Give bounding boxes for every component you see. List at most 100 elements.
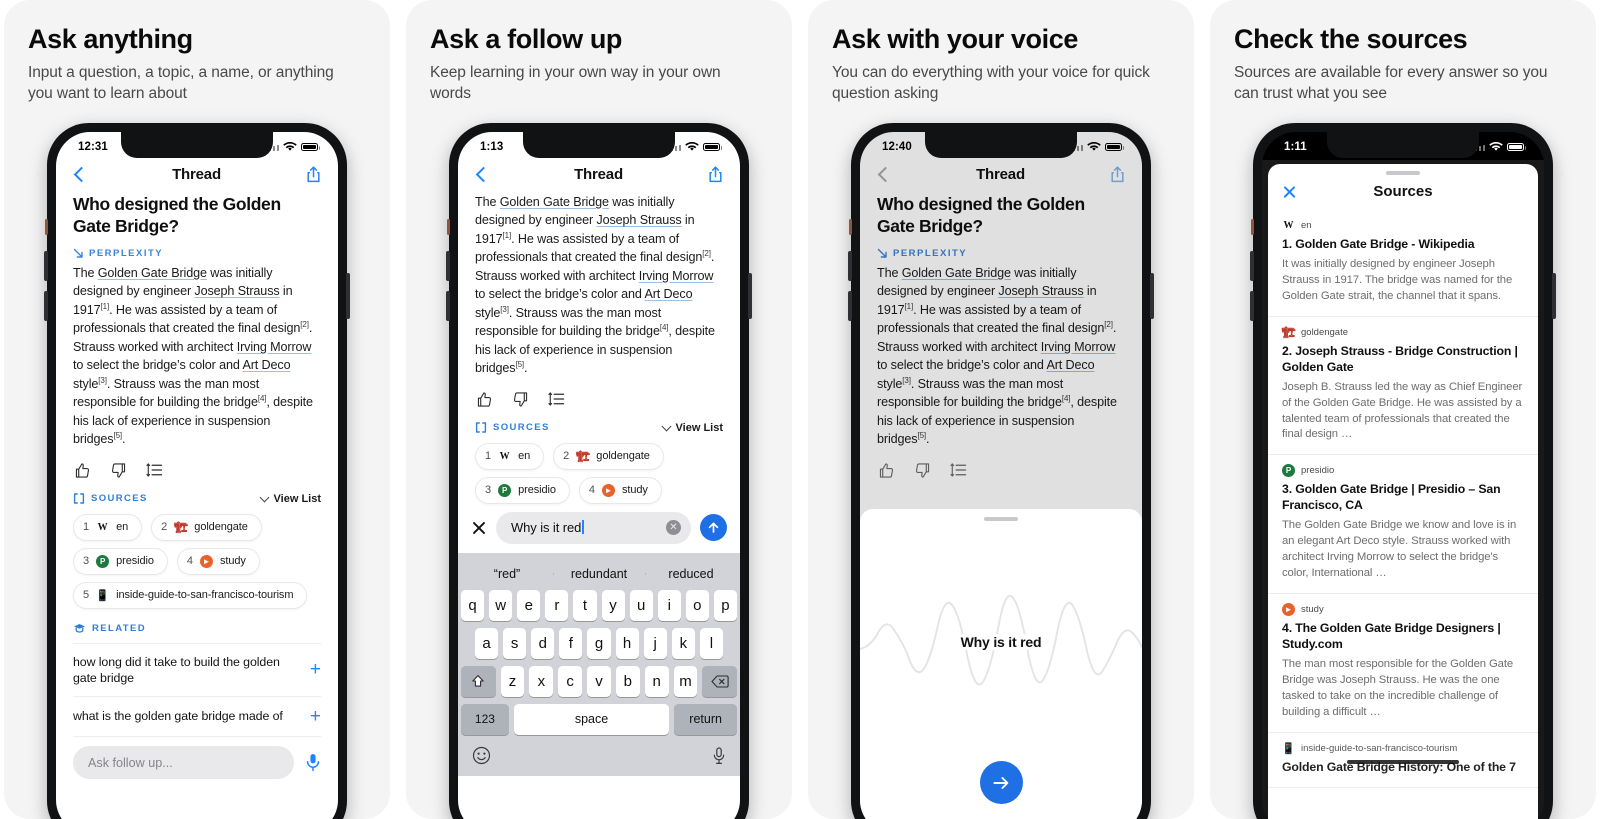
thumbs-down-icon[interactable] [110,462,127,479]
key-v[interactable]: v [587,665,611,697]
key-k[interactable]: k [671,627,695,659]
back-icon[interactable] [475,166,492,183]
key-l[interactable]: l [699,627,723,659]
dictation-microphone-icon[interactable] [712,747,726,765]
key-f[interactable]: f [559,627,583,659]
sheet-grabber[interactable] [984,517,1018,521]
related-item[interactable]: how long did it take to build the golden… [73,642,321,698]
citation-1[interactable]: [1] [101,302,110,311]
source-title: 1. Golden Gate Bridge - Wikipedia [1282,237,1475,251]
prediction-option[interactable]: redundant [553,567,645,581]
status-time: 12:31 [78,141,108,153]
sort-list-icon[interactable] [146,462,163,478]
thumbs-up-icon[interactable] [476,391,493,408]
source-list-item[interactable]: ► study 4. The Golden Gate Bridge Design… [1268,594,1538,733]
goldengate-favicon: 🏗 [173,521,188,534]
citation-1[interactable]: [1] [503,231,512,240]
key-s[interactable]: s [503,627,527,659]
key-n[interactable]: n [644,665,669,697]
thumbs-up-icon[interactable] [74,462,91,479]
answer-link-golden-gate-bridge[interactable]: Golden Gate Bridge [98,266,207,280]
key-q[interactable]: q [461,589,485,621]
key-c[interactable]: c [558,665,583,697]
answer-link-joseph-strauss[interactable]: Joseph Strauss [194,284,279,298]
key-e[interactable]: e [517,589,541,621]
source-name: en [518,450,531,463]
key-h[interactable]: h [615,627,639,659]
close-icon[interactable] [1282,184,1297,199]
thread-content: The Golden Gate Bridge was initially des… [458,193,740,504]
source-list-item[interactable]: 🏗 goldengate 2. Joseph Strauss - Bridge … [1268,317,1538,456]
key-y[interactable]: y [601,589,625,621]
feedback-row [74,462,321,479]
citation-5[interactable]: [5] [515,360,524,369]
key-g[interactable]: g [587,627,611,659]
feature-card-check-the-sources: Check the sources Sources are available … [1210,0,1596,819]
thumbs-down-icon[interactable] [512,391,529,408]
numbers-key[interactable]: 123 [461,703,509,735]
prediction-option[interactable]: “red” [461,567,553,581]
key-w[interactable]: w [489,589,513,621]
source-list-item[interactable]: P presidio 3. Golden Gate Bridge | Presi… [1268,455,1538,595]
citation-2[interactable]: [2] [702,249,711,258]
follow-up-text-field[interactable]: Why is it red ✕ [496,511,691,544]
share-icon[interactable] [708,166,723,183]
source-pill[interactable]: 4 ► study [176,547,260,575]
answer-link-joseph-strauss[interactable]: Joseph Strauss [596,213,681,227]
citation-5[interactable]: [5] [113,431,122,440]
source-pill[interactable]: 2 🏗 goldengate [151,513,262,541]
citation-3[interactable]: [3] [500,305,509,314]
key-t[interactable]: t [573,589,597,621]
space-key[interactable]: space [513,703,670,735]
answer-link-art-deco[interactable]: Art Deco [242,358,290,372]
answer-link-irving-morrow[interactable]: Irving Morrow [639,269,714,283]
key-u[interactable]: u [629,589,653,621]
citation-2[interactable]: [2] [300,320,309,329]
source-pill[interactable]: 1 W en [73,513,143,541]
source-description: The man most responsible for the Golden … [1282,658,1514,718]
backspace-key[interactable] [702,665,738,697]
add-icon[interactable]: + [310,660,321,679]
answer-link-golden-gate-bridge[interactable]: Golden Gate Bridge [500,195,609,209]
key-b[interactable]: b [615,665,640,697]
key-p[interactable]: p [713,589,737,621]
source-pill[interactable]: 3 P presidio [475,476,570,504]
source-pill[interactable]: 3 P presidio [73,547,168,575]
source-name: presidio [518,484,556,497]
source-pill[interactable]: 4 ► study [578,476,662,504]
close-icon[interactable] [471,520,487,536]
key-i[interactable]: i [657,589,681,621]
send-button[interactable] [700,514,727,542]
sort-list-icon[interactable] [548,391,565,407]
prediction-option[interactable]: reduced [645,567,737,581]
source-pill[interactable]: 1 W en [475,442,545,470]
key-x[interactable]: x [529,665,554,697]
key-z[interactable]: z [500,665,525,697]
key-m[interactable]: m [673,665,698,697]
clear-text-icon[interactable]: ✕ [666,520,681,536]
key-r[interactable]: r [545,589,569,621]
share-icon[interactable] [306,166,321,183]
source-pill[interactable]: 2 🏗 goldengate [553,442,664,470]
back-icon[interactable] [73,166,90,183]
source-list-item[interactable]: W en 1. Golden Gate Bridge - Wikipedia I… [1268,210,1538,317]
add-icon[interactable]: + [310,707,321,726]
microphone-icon[interactable] [305,753,321,772]
ask-follow-up-input[interactable]: Ask follow up... [73,746,294,780]
key-j[interactable]: j [643,627,667,659]
return-key[interactable]: return [674,703,737,735]
source-pill[interactable]: 5 📱 inside-guide-to-san-francisco-touris… [73,581,308,609]
emoji-icon[interactable] [472,746,491,765]
answer-link-irving-morrow[interactable]: Irving Morrow [237,340,312,354]
key-o[interactable]: o [685,589,709,621]
phone-frame: 12:31 Thread Who designed the Golden Gat… [44,123,350,819]
related-item[interactable]: what is the golden gate bridge made of + [73,697,321,738]
answer-link-art-deco[interactable]: Art Deco [644,287,692,301]
citation-3[interactable]: [3] [98,376,107,385]
shift-key[interactable] [460,665,496,697]
key-a[interactable]: a [475,627,499,659]
key-d[interactable]: d [531,627,555,659]
view-list-button[interactable]: View List [661,421,723,434]
view-list-button[interactable]: View List [259,492,321,505]
submit-voice-button[interactable] [979,761,1023,804]
